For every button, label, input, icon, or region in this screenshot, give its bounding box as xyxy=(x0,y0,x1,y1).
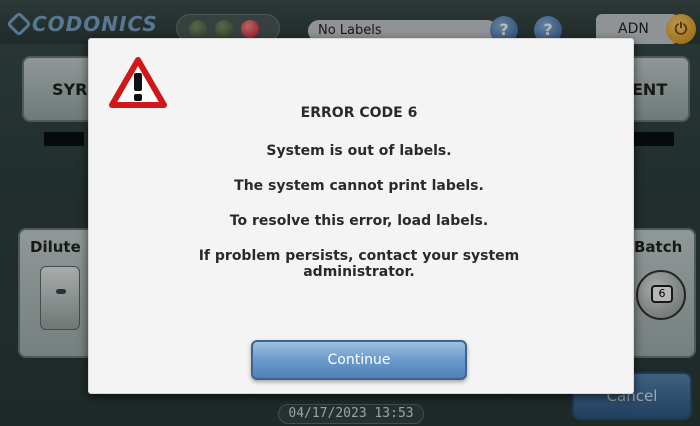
error-line-4b: administrator. xyxy=(303,264,415,280)
error-code: ERROR CODE 6 xyxy=(300,105,418,121)
error-message: ERROR CODE 6 System is out of labels. Th… xyxy=(89,105,629,299)
error-line-4: If problem persists, contact your system… xyxy=(89,248,629,280)
error-dialog: ERROR CODE 6 System is out of labels. Th… xyxy=(88,38,634,394)
continue-button[interactable]: Continue xyxy=(251,340,467,380)
warning-triangle-icon xyxy=(109,57,167,108)
error-line-1: System is out of labels. xyxy=(266,143,452,159)
error-line-3: To resolve this error, load labels. xyxy=(229,213,489,229)
error-line-4a: If problem persists, contact your system xyxy=(198,248,520,264)
error-line-2: The system cannot print labels. xyxy=(234,178,484,194)
